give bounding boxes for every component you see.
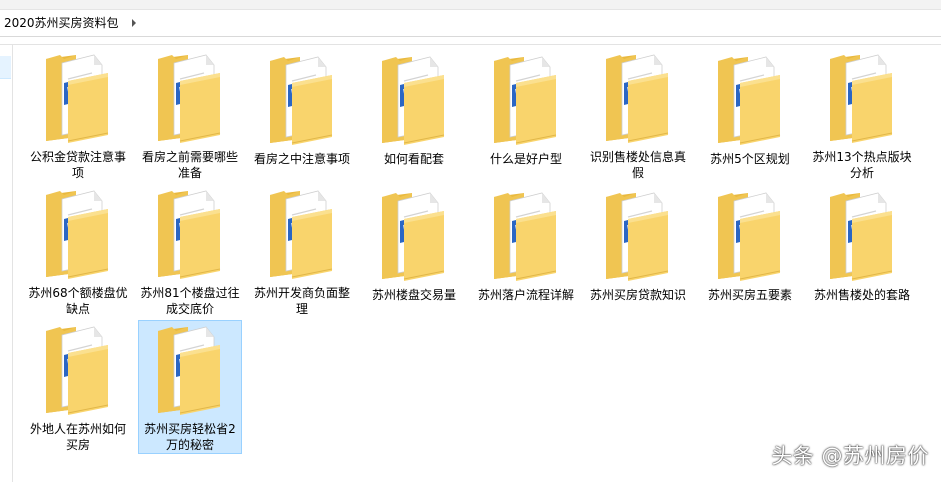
folder-with-word-document-icon [26,49,130,145]
folder-item[interactable]: 识别售楼处信息真假 [586,48,690,182]
folder-label: 苏州买房五要素 [707,288,792,302]
folder-with-word-document-icon [138,185,242,281]
folder-with-word-document-icon [250,185,354,281]
folder-item[interactable]: 苏州5个区规划 [698,48,802,182]
folder-with-word-document-icon [810,185,914,283]
folder-item[interactable]: 苏州81个楼盘过往成交底价 [138,184,242,318]
folder-item[interactable]: 苏州买房五要素 [698,184,802,318]
folder-with-word-document-icon [362,49,466,147]
folder-label: 苏州68个额楼盘优缺点 [28,286,128,316]
folder-item[interactable]: 如何看配套 [362,48,466,182]
navigation-pane[interactable] [0,45,13,482]
breadcrumb-folder[interactable]: 2020苏州买房资料包 [0,12,119,34]
folder-item[interactable]: 苏州售楼处的套路 [810,184,914,318]
folder-label: 公积金贷款注意事项 [29,150,126,180]
folder-item[interactable]: 看房之前需要哪些准备 [138,48,242,182]
folder-item[interactable]: 公积金贷款注意事项 [26,48,130,182]
folder-with-word-document-icon [138,49,242,145]
folder-label: 苏州5个区规划 [710,152,790,166]
folder-label: 苏州13个热点版块分析 [812,150,912,180]
folder-item[interactable]: 苏州买房贷款知识 [586,184,690,318]
address-bar[interactable]: 2020苏州买房资料包 [0,10,941,37]
watermark: 头条 @苏州房价 [771,444,929,468]
folder-item[interactable]: 苏州13个热点版块分析 [810,48,914,182]
folder-item[interactable]: 苏州68个额楼盘优缺点 [26,184,130,318]
folder-label: 苏州落户流程详解 [477,288,574,302]
folder-label: 苏州81个楼盘过往成交底价 [140,286,240,316]
folder-with-word-document-icon [698,49,802,147]
folder-with-word-document-icon [26,321,130,417]
folder-label: 外地人在苏州如何买房 [29,422,126,452]
folder-label: 看房之中注意事项 [253,152,350,166]
folder-item[interactable]: 看房之中注意事项 [250,48,354,182]
folder-label: 如何看配套 [383,152,444,166]
folder-with-word-document-icon [474,185,578,283]
folder-with-word-document-icon [698,185,802,283]
folder-with-word-document-icon [810,49,914,145]
folder-item[interactable]: 什么是好户型 [474,48,578,182]
navigation-pane-selected-item[interactable] [0,56,11,79]
window-top-strip [0,0,941,10]
folder-label: 识别售楼处信息真假 [589,150,686,180]
folder-item[interactable]: 外地人在苏州如何买房 [26,320,130,454]
folder-with-word-document-icon [138,321,242,417]
folder-with-word-document-icon [586,185,690,283]
folder-label: 苏州买房贷款知识 [589,288,686,302]
folder-item[interactable]: 苏州楼盘交易量 [362,184,466,318]
folder-label: 苏州买房轻松省2万的秘密 [144,422,236,452]
folder-label: 看房之前需要哪些准备 [141,150,238,180]
folder-item[interactable]: 苏州落户流程详解 [474,184,578,318]
folder-with-word-document-icon [586,49,690,145]
folder-label: 什么是好户型 [489,152,562,166]
folder-with-word-document-icon [474,49,578,147]
folder-with-word-document-icon [362,185,466,283]
folder-with-word-document-icon [250,49,354,147]
folder-label: 苏州售楼处的套路 [813,288,910,302]
folder-label: 苏州楼盘交易量 [371,288,456,302]
folder-label: 苏州开发商负面整理 [253,286,350,316]
folder-item[interactable]: 苏州买房轻松省2万的秘密 [138,320,242,454]
folder-item[interactable]: 苏州开发商负面整理 [250,184,354,318]
folder-with-word-document-icon [26,185,130,281]
toolbar-gap [0,37,941,45]
chevron-right-icon[interactable] [129,12,139,34]
